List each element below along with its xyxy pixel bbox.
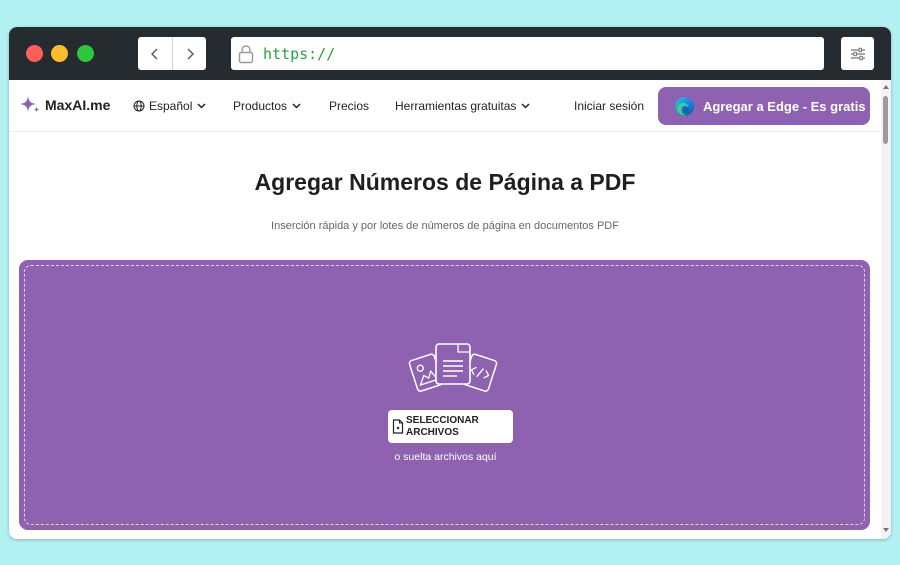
globe-icon [133,100,145,112]
scrollbar-thumb[interactable] [883,96,888,144]
drop-hint: o suelta archivos aquí [394,451,497,463]
file-icon [392,419,404,434]
back-button[interactable] [138,37,172,70]
chevron-down-icon [197,103,206,109]
add-to-edge-label: Agregar a Edge - Es gratis [703,98,866,114]
select-files-label: SELECCIONAR ARCHIVOS [406,415,479,439]
history-buttons [138,37,206,70]
sliders-icon [850,47,865,60]
dropzone-dashed-border: SELECCIONAR ARCHIVOS o suelta archivos a… [24,265,865,525]
add-to-edge-button[interactable]: Agregar a Edge - Es gratis [658,87,870,125]
browser-toolbar: https:// [9,27,891,80]
language-selector[interactable]: Español [133,99,206,113]
select-files-label-line1: SELECCIONAR [406,414,479,426]
page-scrollbar[interactable] [881,80,891,539]
logo-text: MaxAI.me [45,97,111,113]
nav-pricing-label: Precios [329,99,370,113]
page-title: Agregar Números de Página a PDF [254,169,636,195]
page-subtitle: Inserción rápida y por lotes de números … [271,220,619,232]
address-bar[interactable]: https:// [231,37,824,70]
sparkle-logo-icon [20,96,40,113]
browser-window: https:// MaxAI.me Español Productos Prec… [9,27,891,539]
file-dropzone[interactable]: SELECCIONAR ARCHIVOS o suelta archivos a… [19,260,870,530]
chevron-down-icon [292,103,301,109]
login-label: Iniciar sesión [574,99,645,113]
chevron-down-icon [521,103,530,109]
nav-pricing[interactable]: Precios [329,99,369,113]
close-window-button[interactable] [26,45,43,62]
minimize-window-button[interactable] [51,45,68,62]
chevron-left-icon [151,48,158,59]
select-files-button[interactable]: SELECCIONAR ARCHIVOS [388,410,513,443]
nav-products-label: Productos [233,99,288,113]
lock-icon [238,44,254,63]
nav-free-tools-label: Herramientas gratuitas [395,99,517,113]
page-viewport: MaxAI.me Español Productos Precios Herra… [9,80,891,539]
chevron-right-icon [187,48,194,59]
nav-products[interactable]: Productos [233,99,301,113]
nav-free-tools[interactable]: Herramientas gratuitas [395,99,530,113]
scroll-up-arrow-icon[interactable] [881,83,891,91]
site-logo[interactable]: MaxAI.me [19,94,110,116]
url-text: https:// [263,44,336,63]
documents-illustration-icon [408,343,498,392]
maximize-window-button[interactable] [77,45,94,62]
login-link[interactable]: Iniciar sesión [574,99,644,113]
language-label: Español [149,99,193,113]
select-files-label-line2: ARCHIVOS [406,426,459,438]
scroll-down-arrow-icon[interactable] [881,526,891,534]
browser-settings-button[interactable] [841,37,874,70]
edge-logo-icon [674,96,695,116]
forward-button[interactable] [172,37,206,70]
site-header: MaxAI.me Español Productos Precios Herra… [9,80,881,132]
